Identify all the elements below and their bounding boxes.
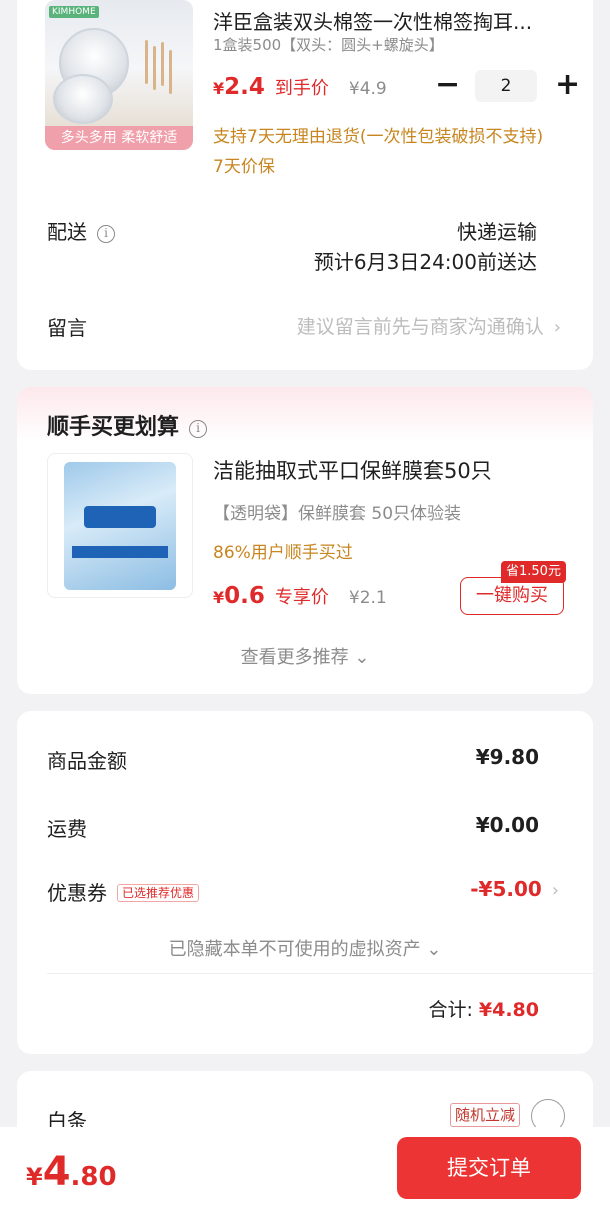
bag-label-image	[84, 506, 156, 528]
submit-order-button[interactable]: 提交订单	[397, 1137, 581, 1199]
chevron-right-icon: ›	[553, 317, 561, 338]
coupon-selector[interactable]: -¥5.00 ›	[470, 877, 559, 901]
recommendation-header: 顺手买更划算 i	[47, 409, 208, 441]
info-icon[interactable]: i	[189, 420, 208, 438]
delivery-method[interactable]: 快递运输	[457, 216, 537, 245]
price-label: 专享价	[274, 587, 329, 608]
coupon-badge: 已选推荐优惠	[117, 884, 200, 902]
quantity-stepper: − 2 +	[435, 70, 580, 102]
message-label: 留言	[47, 316, 87, 340]
quantity-input[interactable]: 2	[475, 70, 537, 102]
info-icon[interactable]: i	[97, 225, 115, 243]
recommendation-title: 顺手买更划算	[47, 415, 180, 440]
cotton-box-image	[53, 74, 113, 124]
swab-image	[145, 40, 148, 84]
delivery-row: 配送 i	[47, 216, 115, 245]
sum-value: ¥4.80	[478, 999, 539, 1021]
total-currency: ¥	[26, 1163, 43, 1191]
total-integer: 4	[42, 1149, 71, 1195]
recommend-product-title[interactable]: 洁能抽取式平口保鲜膜套50只	[213, 455, 492, 485]
shipping-fee-value: ¥0.00	[475, 813, 539, 837]
goods-amount-value: ¥9.80	[475, 745, 539, 769]
delivery-eta: 预计6月3日24:00前送达	[313, 250, 537, 274]
payment-promo-badge: 随机立减	[450, 1103, 521, 1127]
product-card: KIMHOME 多头多用 柔软舒适 洋臣盒装双头棉签一次性棉签掏耳... 1盒装…	[17, 0, 593, 370]
price-currency: ¥	[213, 79, 225, 98]
total-price: ¥ 4 .80	[26, 1149, 117, 1195]
chevron-right-icon: ›	[551, 880, 559, 901]
delivery-label: 配送	[47, 220, 87, 244]
swab-image	[161, 42, 164, 86]
hidden-assets-toggle[interactable]: 已隐藏本单不可使用的虚拟资产 ⌄	[17, 935, 593, 961]
recommend-price: 0.6	[224, 583, 265, 609]
original-price: ¥4.9	[348, 79, 387, 99]
product-thumbnail[interactable]: KIMHOME 多头多用 柔软舒适	[45, 0, 193, 150]
minus-button[interactable]: −	[435, 70, 460, 102]
divider	[47, 973, 593, 974]
price-protect-note: 7天价保	[213, 157, 275, 177]
thumbnail-brand: KIMHOME	[49, 6, 99, 18]
save-badge: 省1.50元	[501, 561, 566, 583]
total-decimal: .80	[70, 1162, 117, 1192]
plus-button[interactable]: +	[555, 70, 580, 102]
product-spec[interactable]: 1盒装500【双头：圆头+螺旋头】	[213, 34, 444, 55]
product-price-row: ¥ 2.4 到手价 ¥4.9	[213, 74, 387, 100]
recommend-product-thumbnail[interactable]	[47, 453, 193, 598]
message-input[interactable]: 建议留言前先与商家沟通确认 ›	[297, 312, 561, 339]
price-label: 到手价	[274, 78, 329, 99]
return-policy-note: 支持7天无理由退货(一次性包装破损不支持)	[213, 127, 544, 147]
coupon-label: 优惠券	[47, 881, 107, 905]
swab-image	[169, 50, 172, 94]
order-summary-card: 商品金额 ¥9.80 运费 ¥0.00 优惠券 已选推荐优惠 -¥5.00 › 已隐…	[17, 711, 593, 1054]
price-currency: ¥	[213, 588, 225, 607]
wrap-bag-image	[64, 462, 176, 590]
recommend-product-spec: 【透明袋】保鲜膜套 50只体验装	[213, 504, 462, 524]
coupon-value: -¥5.00	[470, 877, 542, 901]
coupon-row: 优惠券 已选推荐优惠	[47, 877, 200, 906]
message-placeholder: 建议留言前先与商家沟通确认	[296, 316, 544, 338]
thumbnail-banner: 多头多用 柔软舒适	[45, 126, 193, 150]
more-recommendations-link[interactable]: 查看更多推荐 ⌄	[17, 643, 593, 669]
goods-amount-label: 商品金额	[47, 749, 127, 773]
bottom-bar: ¥ 4 .80 提交订单	[0, 1127, 610, 1219]
shipping-fee-label: 运费	[47, 817, 87, 841]
sum-label: 合计:	[428, 999, 473, 1021]
sum-row: 合计: ¥4.80	[428, 995, 539, 1022]
swab-image	[153, 46, 156, 90]
product-price: 2.4	[224, 74, 265, 100]
recommendation-card: 顺手买更划算 i 洁能抽取式平口保鲜膜套50只 【透明袋】保鲜膜套 50只体验装 …	[17, 387, 593, 694]
recommend-price-row: ¥ 0.6 专享价 ¥2.1	[213, 583, 387, 609]
product-title[interactable]: 洋臣盒装双头棉签一次性棉签掏耳...	[213, 6, 563, 35]
recommend-social-proof: 86%用户顺手买过	[213, 543, 353, 563]
bag-strip-image	[72, 546, 168, 558]
original-price: ¥2.1	[348, 588, 387, 608]
